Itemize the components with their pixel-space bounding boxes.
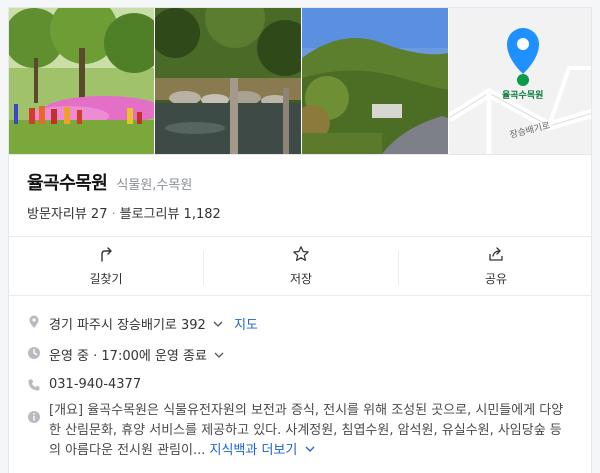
place-name[interactable]: 율곡수목원 [27,173,108,194]
photo-strip: 율곡수목원 장승배기로 [9,8,591,154]
clock-icon [28,347,40,359]
share-label: 공유 [484,272,508,286]
save-label: 저장 [289,272,313,286]
chevron-down-icon[interactable] [304,443,316,455]
directions-button[interactable]: 길찾기 [9,237,203,295]
tree-marker-icon [517,74,529,86]
visitor-reviews-link[interactable]: 방문자리뷰 27 [27,207,107,222]
place-card: 율곡수목원 장승배기로 율곡수목원 식물원,수목원 방문자리뷰 27 · 블로그리뷰… [8,7,592,473]
address-text[interactable]: 경기 파주시 장승배기로 392 [49,318,206,333]
description-text: [개요] 율곡수목원은 식물유전자원의 보전과 증식, 전시를 위해 조성된 곳… [49,401,569,461]
more-knowledge-link[interactable]: 지식백과 더보기 [210,443,298,458]
map-tile[interactable]: 율곡수목원 장승배기로 [449,8,591,154]
info-icon [28,411,40,423]
blog-reviews-link[interactable]: 블로그리뷰 1,182 [120,207,221,222]
review-summary: 방문자리뷰 27 · 블로그리뷰 1,182 [27,203,221,222]
map-link[interactable]: 지도 [234,318,258,333]
chevron-down-icon[interactable] [212,318,224,330]
phone-icon [28,379,40,391]
directions-label: 길찾기 [89,272,123,286]
place-header: 율곡수목원 식물원,수목원 방문자리뷰 27 · 블로그리뷰 1,182 [9,154,591,237]
place-category: 식물원,수목원 [116,178,193,193]
phone-number[interactable]: 031-940-4377 [49,377,141,392]
photo-rock-pond[interactable] [155,8,301,154]
share-icon [489,247,503,261]
map-pin-label: 율곡수목원 [502,91,544,101]
title-row: 율곡수목원 식물원,수목원 [27,169,192,195]
photo-hill-path[interactable] [302,8,448,154]
directions-icon [101,247,112,262]
share-button[interactable]: 공유 [399,237,591,295]
action-bar: 길찾기 저장 공유 [9,236,591,296]
save-button[interactable]: 저장 [204,237,398,295]
chevron-down-icon[interactable] [213,349,225,361]
separator-dot: · [111,207,116,222]
location-icon [29,315,39,328]
photo-garden-visitors[interactable] [9,8,154,154]
star-icon [293,246,309,261]
hours-text[interactable]: 운영 중 · 17:00에 운영 종료 [49,349,207,364]
